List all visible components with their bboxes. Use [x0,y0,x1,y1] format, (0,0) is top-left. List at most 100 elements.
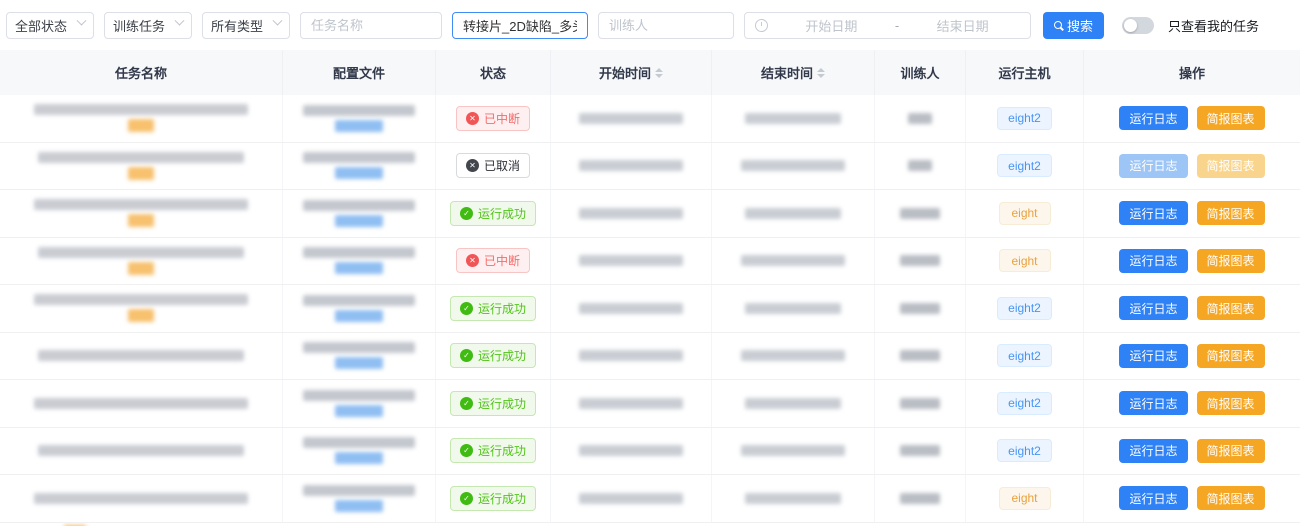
report-chart-button[interactable]: 简报图表 [1197,249,1265,273]
redacted-task-tag [128,262,154,275]
run-log-button[interactable]: 运行日志 [1119,154,1187,178]
redacted-config-link[interactable] [335,120,383,132]
status-icon: ✓ [460,349,473,362]
redacted-config-name [303,200,415,211]
end-time-cell [712,95,875,142]
redacted-config-link[interactable] [335,310,383,322]
run-log-button[interactable]: 运行日志 [1119,439,1187,463]
table-row: ✓ 运行成功 eight 运行日志 简报图表 [0,475,1300,523]
redacted-config-name [303,295,415,306]
sort-icon[interactable] [655,68,663,78]
table-row: ✓ 运行成功 eight2 运行日志 简报图表 [0,380,1300,428]
report-chart-button[interactable]: 简报图表 [1197,201,1265,225]
redacted-config-name [303,342,415,353]
status-icon: ✕ [466,254,479,267]
trainer-cell [875,285,966,332]
run-log-button[interactable]: 运行日志 [1119,106,1187,130]
my-tasks-toggle[interactable] [1122,17,1154,34]
table-row-partial [0,523,1300,526]
redacted-config-link[interactable] [335,262,383,274]
redacted-end-time [741,350,845,361]
host-cell: eight2 [966,143,1084,190]
column-header-end-time[interactable]: 结束时间 [712,50,875,95]
host-badge: eight2 [997,297,1052,320]
redacted-start-time [579,445,683,456]
sort-icon[interactable] [817,68,825,78]
run-log-button[interactable]: 运行日志 [1119,201,1187,225]
trainer-cell [875,190,966,237]
run-log-button[interactable]: 运行日志 [1119,344,1187,368]
toggle-knob [1124,19,1137,32]
column-header-start-time[interactable]: 开始时间 [551,50,712,95]
start-time-cell [551,380,712,427]
task-name-cell [0,143,283,190]
filter-bar: 全部状态 训练任务 所有类型 开始日期 - 结束日期 搜索 只查看我的任务 [0,0,1300,50]
task-name-cell [0,238,283,285]
report-chart-button[interactable]: 简报图表 [1197,106,1265,130]
redacted-task-tag [128,167,154,180]
start-time-cell [551,333,712,380]
host-badge: eight [999,202,1051,225]
date-range-picker[interactable]: 开始日期 - 结束日期 [744,12,1031,39]
redacted-config-link[interactable] [335,405,383,417]
chevron-down-icon [175,16,185,26]
report-chart-button[interactable]: 简报图表 [1197,296,1265,320]
report-chart-button[interactable]: 简报图表 [1197,439,1265,463]
task-search-input[interactable] [452,12,588,39]
status-cell: ✓ 运行成功 [436,333,551,380]
run-log-button[interactable]: 运行日志 [1119,391,1187,415]
redacted-task-name [38,445,244,456]
status-cell: ✓ 运行成功 [436,428,551,475]
status-badge: ✕ 已中断 [456,248,530,273]
run-log-button[interactable]: 运行日志 [1119,296,1187,320]
redacted-start-time [579,398,683,409]
redacted-trainer [900,398,940,409]
run-log-button[interactable]: 运行日志 [1119,486,1187,510]
redacted-config-name [303,437,415,448]
status-cell: ✓ 运行成功 [436,190,551,237]
task-type-filter-select[interactable]: 训练任务 [104,12,192,39]
start-time-cell [551,428,712,475]
table-row: ✕ 已中断 eight 运行日志 简报图表 [0,238,1300,286]
redacted-config-link[interactable] [335,215,383,227]
trainer-input[interactable] [598,12,734,39]
config-file-cell [283,428,436,475]
end-time-cell [712,143,875,190]
redacted-end-time [745,208,841,219]
host-badge: eight [999,487,1051,510]
report-chart-button[interactable]: 简报图表 [1197,344,1265,368]
redacted-config-link[interactable] [335,167,383,179]
report-chart-button[interactable]: 简报图表 [1197,391,1265,415]
config-file-cell [283,285,436,332]
host-cell: eight2 [966,95,1084,142]
redacted-config-link[interactable] [335,452,383,464]
start-time-cell [551,143,712,190]
redacted-config-link[interactable] [335,357,383,369]
redacted-start-time [579,113,683,124]
status-label: 已中断 [484,252,520,269]
search-button[interactable]: 搜索 [1043,12,1104,39]
host-cell: eight [966,238,1084,285]
end-time-cell [712,238,875,285]
redacted-config-name [303,105,415,116]
actions-cell: 运行日志 简报图表 [1084,380,1300,427]
task-name-input[interactable] [300,12,442,39]
redacted-trainer [908,160,932,171]
category-filter-select[interactable]: 所有类型 [202,12,290,39]
status-badge: ✓ 运行成功 [450,296,536,321]
redacted-end-time [745,398,841,409]
host-cell: eight2 [966,428,1084,475]
run-log-button[interactable]: 运行日志 [1119,249,1187,273]
table-row: ✓ 运行成功 eight2 运行日志 简报图表 [0,333,1300,381]
config-file-cell [283,190,436,237]
status-filter-select[interactable]: 全部状态 [6,12,94,39]
column-header-status: 状态 [436,50,551,95]
actions-cell: 运行日志 简报图表 [1084,333,1300,380]
table-body: ✕ 已中断 eight2 运行日志 简报图表 [0,95,1300,523]
table-header: 任务名称 配置文件 状态 开始时间 结束时间 训练人 运行主机 操作 [0,50,1300,95]
report-chart-button[interactable]: 简报图表 [1197,486,1265,510]
redacted-config-link[interactable] [335,500,383,512]
status-badge: ✓ 运行成功 [450,343,536,368]
status-icon: ✓ [460,302,473,315]
report-chart-button[interactable]: 简报图表 [1197,154,1265,178]
